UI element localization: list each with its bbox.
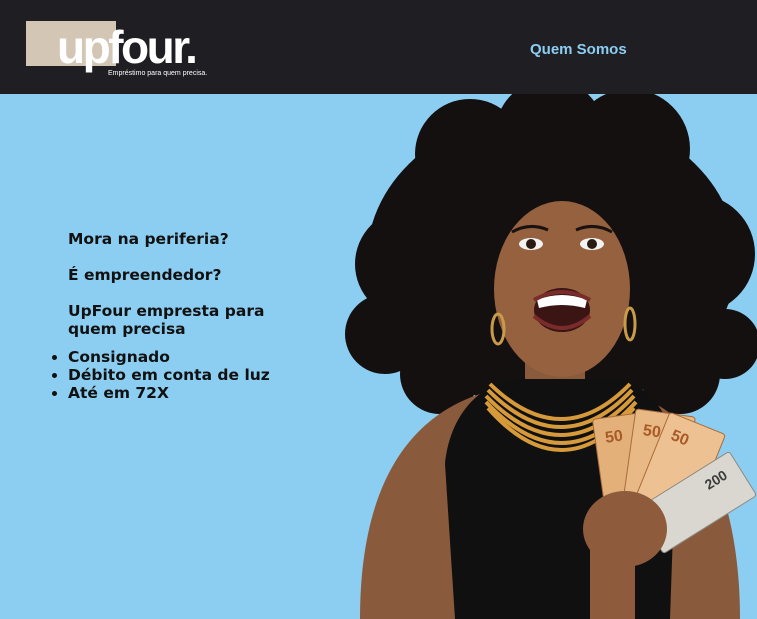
hero-line-periferia: Mora na periferia?	[68, 230, 229, 248]
bill-label: 50	[604, 427, 624, 446]
hero-line-empreendedor: É empreendedor?	[68, 266, 222, 284]
benefit-item: Até em 72X	[68, 384, 318, 402]
benefits-list: Consignado Débito em conta de luz Até em…	[48, 348, 318, 402]
face	[494, 201, 630, 377]
benefit-item: Consignado	[68, 348, 318, 366]
benefit-item: Débito em conta de luz	[68, 366, 318, 384]
site-header: upfour. Empréstimo para quem precisa. Qu…	[0, 0, 757, 94]
hero-photo: 50 50 50 200	[345, 94, 757, 619]
brand-logo[interactable]: upfour. Empréstimo para quem precisa.	[26, 20, 226, 82]
hero-line-upfour: UpFour empresta para quem precisa	[68, 302, 265, 338]
hero-text: Mora na periferia? É empreendedor? UpFou…	[48, 230, 318, 402]
logo-tagline: Empréstimo para quem precisa.	[108, 70, 208, 77]
logo-wordmark: upfour.	[57, 21, 198, 73]
nav-link-quem-somos[interactable]: Quem Somos	[530, 41, 627, 58]
